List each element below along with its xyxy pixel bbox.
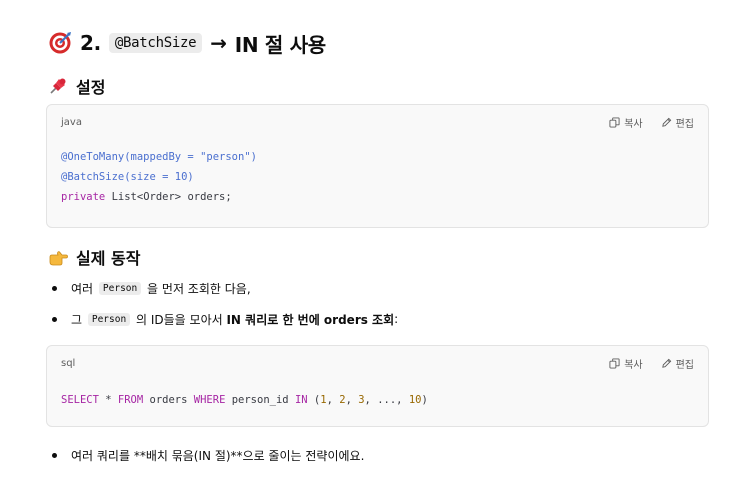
heading-arrow: → xyxy=(210,31,227,55)
sql-code: SELECT * FROM orders WHERE person_id IN … xyxy=(47,380,708,422)
bullet-text: 그 xyxy=(71,312,86,327)
sql-keyword: SELECT xyxy=(61,394,99,406)
pointing-hand-icon xyxy=(48,247,68,267)
inline-code: Person xyxy=(98,281,142,295)
heading-number: 2. xyxy=(80,31,101,55)
behavior-heading: 실제 동작 xyxy=(48,245,140,269)
copy-icon xyxy=(609,357,620,369)
code-actions: 복사 편집 xyxy=(609,356,694,371)
edit-label: 편집 xyxy=(675,359,694,371)
bullet-dot xyxy=(52,285,57,291)
sql-keyword: WHERE xyxy=(193,394,226,406)
sql-text: , xyxy=(345,394,359,406)
heading-code: @BatchSize xyxy=(108,33,203,53)
code-language: java xyxy=(61,116,82,128)
bullet-dot xyxy=(52,452,57,458)
java-code: @OneToMany(mappedBy = "person") @BatchSi… xyxy=(47,139,708,219)
sql-number: 10 xyxy=(408,394,422,406)
target-icon xyxy=(48,31,72,55)
pushpin-icon xyxy=(48,76,68,96)
section-heading: 2. @BatchSize → IN 절 사용 xyxy=(48,27,326,59)
pencil-icon xyxy=(661,358,671,368)
sql-text: ( xyxy=(307,394,321,406)
edit-button[interactable]: 편집 xyxy=(661,356,694,371)
code-line-3-rest: List<Order> orders; xyxy=(105,191,232,203)
edit-button[interactable]: 편집 xyxy=(661,115,694,130)
code-line-3-keyword: private xyxy=(61,191,106,203)
copy-icon xyxy=(609,116,620,128)
sql-code-block: sql 복사 편집 SELECT * FROM orders WHERE per… xyxy=(46,345,709,427)
list-item: 여러 Person 을 먼저 조회한 다음, xyxy=(52,277,251,299)
copy-label: 복사 xyxy=(624,359,643,371)
list-item: 그 Person 의 ID들을 모아서 IN 쿼리로 한 번에 orders 조… xyxy=(52,308,398,330)
sql-text: , xyxy=(326,394,340,406)
pencil-icon xyxy=(661,117,671,127)
sql-keyword: FROM xyxy=(117,394,144,406)
bullet-text: 여러 xyxy=(71,281,97,296)
copy-button[interactable]: 복사 xyxy=(609,115,643,130)
sql-text: ) xyxy=(421,394,428,406)
setup-heading: 설정 xyxy=(48,74,105,98)
bullet-bold-text: IN 쿼리로 한 번에 orders 조회 xyxy=(226,312,395,327)
edit-label: 편집 xyxy=(675,118,694,130)
bullet-text: 을 먼저 조회한 다음, xyxy=(143,281,251,296)
behavior-title: 실제 동작 xyxy=(76,249,141,268)
copy-label: 복사 xyxy=(624,118,643,130)
bullet-dot xyxy=(52,316,57,322)
code-line-1: @OneToMany(mappedBy = "person") xyxy=(61,151,257,163)
sql-text: orders xyxy=(143,394,194,406)
java-code-block: java 복사 편집 @OneToMany(mappedBy = "person… xyxy=(46,104,709,228)
bullet-text: : xyxy=(394,312,399,326)
sql-keyword: IN xyxy=(294,394,308,406)
sql-text: , ..., xyxy=(364,394,409,406)
sql-text: person_id xyxy=(225,394,295,406)
sql-text: * xyxy=(98,394,118,406)
code-block-header: java 복사 편집 xyxy=(47,105,708,139)
code-block-header: sql 복사 편집 xyxy=(47,346,708,380)
code-language: sql xyxy=(61,357,76,369)
code-actions: 복사 편집 xyxy=(609,115,694,130)
bullet-text: 여러 쿼리를 **배치 묶음(IN 절)**으로 줄이는 전략이에요. xyxy=(71,448,365,463)
code-line-2: @BatchSize(size = 10) xyxy=(61,171,194,183)
copy-button[interactable]: 복사 xyxy=(609,356,643,371)
inline-code: Person xyxy=(87,312,131,326)
list-item: 여러 쿼리를 **배치 묶음(IN 절)**으로 줄이는 전략이에요. xyxy=(52,444,364,466)
bullet-text: 의 ID들을 모아서 xyxy=(132,312,227,327)
setup-title: 설정 xyxy=(76,78,106,97)
heading-rest: IN 절 사용 xyxy=(234,32,327,57)
